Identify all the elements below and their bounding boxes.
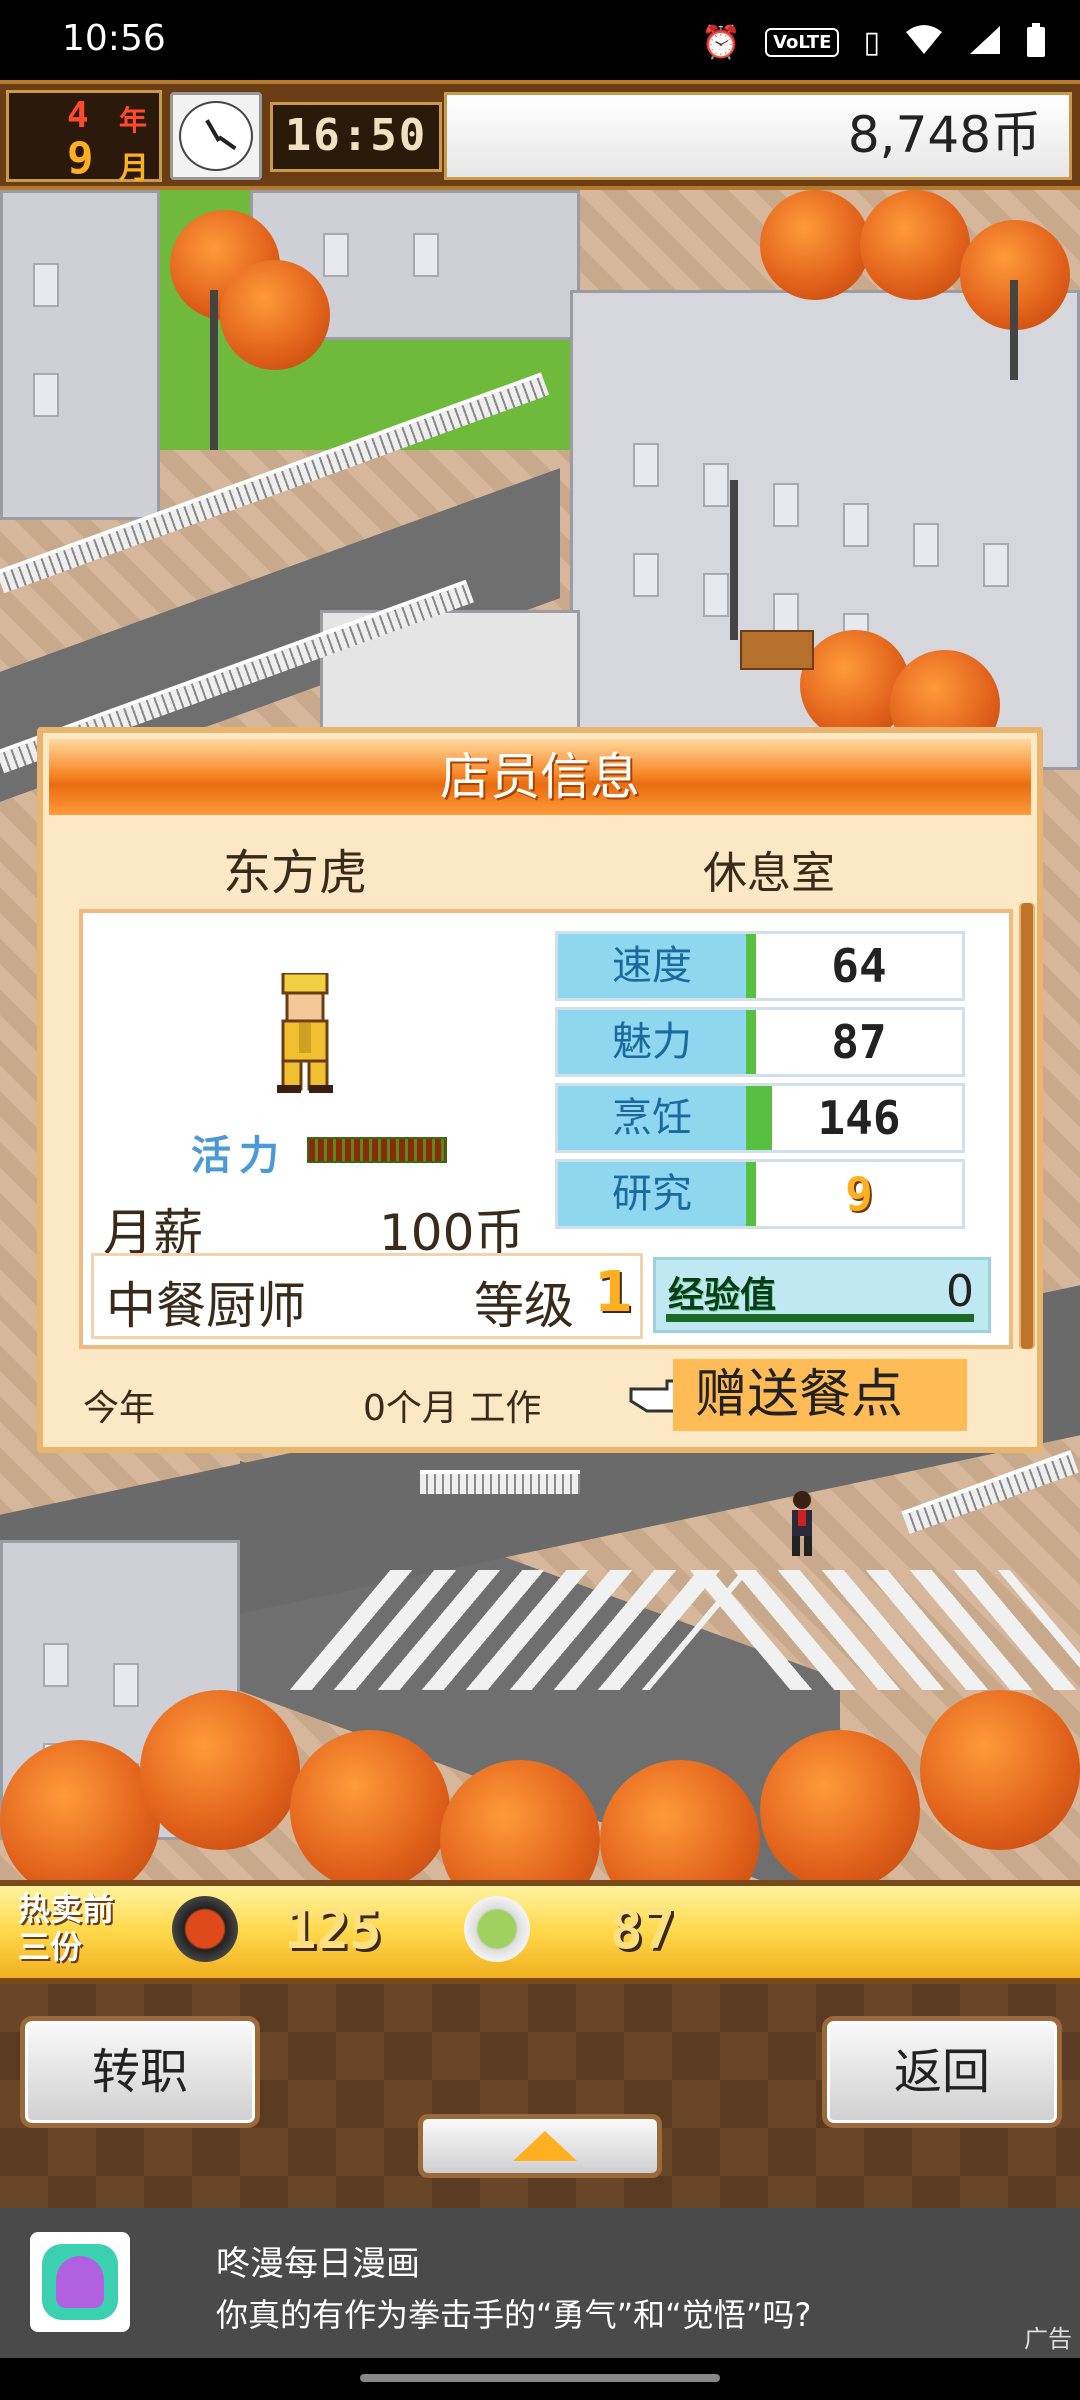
vitality-bar — [307, 1137, 447, 1163]
level-value: 1 — [594, 1260, 633, 1325]
exp-bar — [666, 1314, 974, 1322]
scrollbar-thumb[interactable] — [1021, 903, 1033, 1349]
staff-avatar — [273, 971, 337, 1093]
battery-icon — [1026, 23, 1046, 61]
vibrate-icon: ▯ — [863, 24, 880, 60]
vitality-label: 活力 — [191, 1133, 287, 1179]
exp-box: 经验值 0 — [653, 1257, 991, 1333]
bestsellers-label: 热卖前三份 — [18, 1890, 115, 1966]
staff-name: 东方虎 — [223, 845, 368, 901]
stat-label: 魅力 — [558, 1010, 746, 1074]
ad-app-name[interactable]: 咚漫每日漫画 — [216, 2236, 420, 2285]
transfer-job-button[interactable]: 转职 — [20, 2016, 260, 2128]
stat-value: 9 — [845, 1167, 873, 1221]
bestsellers-bar: 热卖前三份 125 87 — [0, 1880, 1080, 1984]
year-unit: 年 — [119, 104, 148, 137]
job-box: 中餐厨师 等级 1 — [91, 1253, 643, 1339]
customer-sprite[interactable] — [782, 1490, 822, 1560]
footer-year: 今年 — [83, 1388, 156, 1429]
stat-speed: 速度 64 — [555, 931, 965, 1001]
ad-tag: 广告 — [1024, 2325, 1072, 2353]
gift-meal-button[interactable]: 赠送餐点 — [673, 1359, 967, 1431]
dialog-title: 店员信息 — [49, 739, 1031, 815]
status-bar: 10:56 ⏰ VoLTE ▯ — [0, 0, 1080, 80]
status-icons: ⏰ VoLTE ▯ — [701, 22, 1046, 62]
year-number: 4 — [67, 95, 89, 136]
stat-value: 64 — [831, 939, 887, 993]
date-display: 4 年 9 月 — [6, 90, 162, 186]
stat-charm: 魅力 87 — [555, 1007, 965, 1077]
staff-location: 休息室 — [703, 848, 835, 899]
volte-icon: VoLTE — [765, 27, 840, 57]
scrollbar[interactable] — [1019, 903, 1035, 1349]
stat-label: 研究 — [558, 1162, 746, 1226]
stat-value: 146 — [817, 1091, 901, 1145]
alarm-icon: ⏰ — [701, 23, 742, 61]
back-button[interactable]: 返回 — [822, 2016, 1062, 2128]
exp-label: 经验值 — [668, 1275, 777, 1316]
arrow-up-icon — [513, 2131, 577, 2161]
top-hud: 4 年 9 月 16:50 8,748币 — [0, 80, 1080, 190]
clock-icon — [170, 92, 262, 180]
level-label: 等级 — [474, 1277, 574, 1335]
stat-label: 烹饪 — [558, 1086, 746, 1150]
nav-bar — [0, 2358, 1080, 2400]
bottom-panel: 转职 返回 — [0, 1984, 1080, 2208]
rice-bowl-icon — [172, 1896, 238, 1962]
status-time: 10:56 — [62, 18, 166, 59]
home-gesture-pill[interactable] — [360, 2374, 720, 2382]
job-title: 中餐厨师 — [106, 1277, 306, 1335]
ad-app-logo[interactable] — [30, 2232, 130, 2332]
signal-icon — [968, 24, 1002, 60]
stat-bar — [746, 1010, 756, 1074]
stat-value: 87 — [831, 1015, 887, 1069]
month-unit: 月 — [119, 151, 149, 186]
bestseller-count: 125 — [284, 1898, 382, 1961]
game-time: 16:50 — [270, 102, 442, 172]
expand-up-button[interactable] — [418, 2114, 662, 2178]
footer-work-months: 0个月 工作 — [363, 1388, 542, 1429]
exp-value: 0 — [946, 1266, 974, 1317]
month-number: 9 — [67, 133, 94, 184]
staff-info-dialog: 店员信息 东方虎 休息室 活力 月薪 100币 速度 64 魅力 87 烹饪 1… — [37, 727, 1043, 1453]
bestseller-count: 87 — [610, 1898, 676, 1961]
stat-cooking: 烹饪 146 — [555, 1083, 965, 1153]
stat-label: 速度 — [558, 934, 746, 998]
job-row: 中餐厨师 等级 1 经验值 0 — [91, 1253, 1001, 1339]
ad-banner[interactable]: 咚漫每日漫画 你真的有作为拳击手的“勇气”和“觉悟”吗? 广告 — [0, 2208, 1080, 2358]
money-display: 8,748币 — [444, 92, 1072, 180]
salad-plate-icon — [464, 1896, 530, 1962]
staff-detail-panel: 活力 月薪 100币 速度 64 魅力 87 烹饪 146 研究 9 中餐厨师 … — [79, 909, 1013, 1349]
stat-research: 研究 9 — [555, 1159, 965, 1229]
stat-bar — [746, 934, 756, 998]
stat-bar — [746, 1162, 756, 1226]
ad-text[interactable]: 你真的有作为拳击手的“勇气”和“觉悟”吗? — [216, 2290, 811, 2336]
wifi-icon — [904, 24, 944, 60]
